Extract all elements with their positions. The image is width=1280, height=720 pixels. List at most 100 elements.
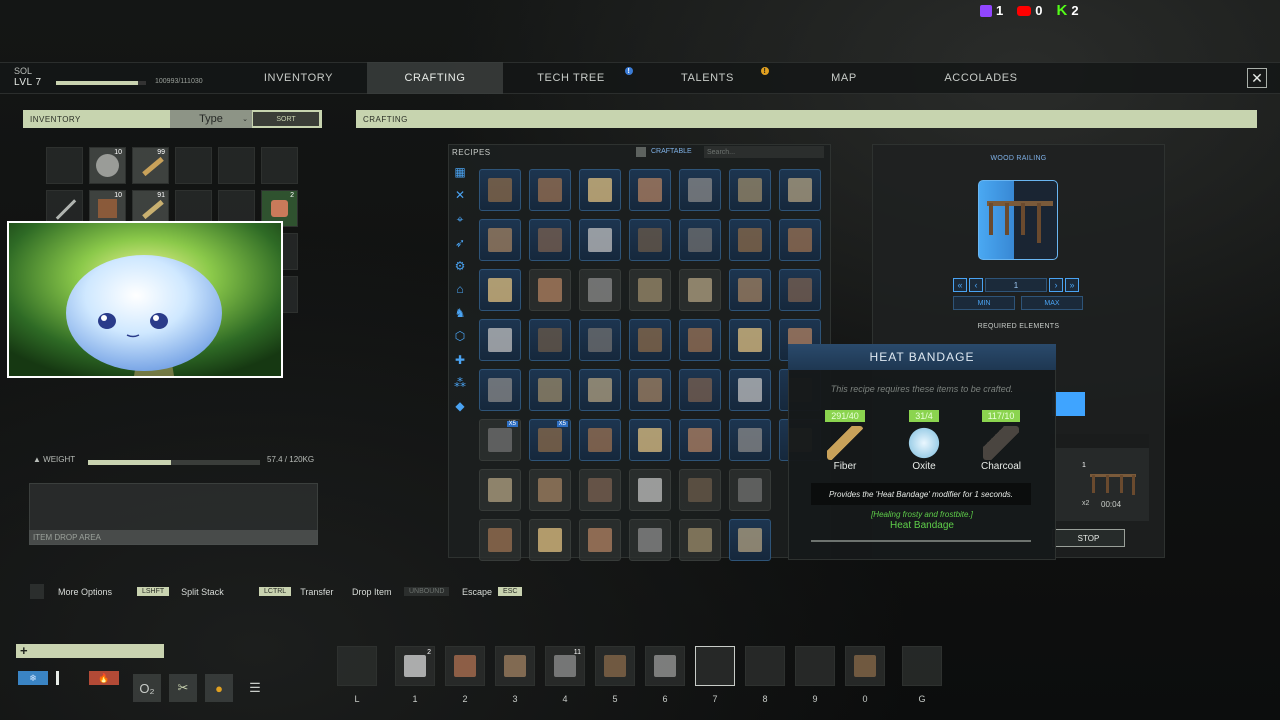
- recipe-slot[interactable]: [529, 319, 571, 361]
- recipe-slot[interactable]: X5: [529, 419, 571, 461]
- tab-inventory[interactable]: INVENTORY: [230, 62, 367, 94]
- quantity-input[interactable]: 1: [985, 278, 1047, 292]
- category-gear-icon[interactable]: ⚙: [453, 259, 467, 273]
- hotbar-slot[interactable]: [845, 646, 885, 686]
- recipe-slot[interactable]: [529, 369, 571, 411]
- hotbar-slot[interactable]: [595, 646, 635, 686]
- recipe-slot[interactable]: [679, 419, 721, 461]
- inventory-slot[interactable]: 10: [89, 147, 126, 184]
- recipe-slot[interactable]: [629, 169, 671, 211]
- recipe-slot[interactable]: [729, 319, 771, 361]
- recipe-slot[interactable]: [679, 169, 721, 211]
- tab-talents[interactable]: TALENTS!: [639, 62, 776, 94]
- recipe-slot[interactable]: [629, 519, 671, 561]
- recipe-slot[interactable]: [629, 469, 671, 511]
- tab-map[interactable]: MAP: [776, 62, 912, 94]
- category-medical-icon[interactable]: ✚: [453, 353, 467, 367]
- recipe-slot[interactable]: [529, 269, 571, 311]
- sort-type-dropdown[interactable]: Type ⌄: [170, 110, 252, 128]
- recipe-slot[interactable]: [629, 319, 671, 361]
- hotbar-slot[interactable]: [902, 646, 942, 686]
- recipe-slot[interactable]: [729, 269, 771, 311]
- recipe-slot[interactable]: [779, 219, 821, 261]
- hotbar-slot[interactable]: [695, 646, 735, 686]
- recipe-slot[interactable]: [479, 219, 521, 261]
- recipe-slot[interactable]: [679, 269, 721, 311]
- recipe-slot[interactable]: [679, 219, 721, 261]
- recipe-slot[interactable]: [579, 469, 621, 511]
- recipe-slot[interactable]: [729, 519, 771, 561]
- recipe-slot[interactable]: [529, 219, 571, 261]
- inventory-slot[interactable]: 99: [132, 147, 169, 184]
- tab-accolades[interactable]: ACCOLADES: [912, 62, 1050, 94]
- recipe-slot[interactable]: [729, 219, 771, 261]
- max-button[interactable]: MAX: [1021, 296, 1083, 310]
- hotbar-slot[interactable]: [645, 646, 685, 686]
- recipe-slot[interactable]: [479, 269, 521, 311]
- recipe-slot[interactable]: [579, 319, 621, 361]
- category-storage-icon[interactable]: ⬡: [453, 329, 467, 343]
- recipe-slot[interactable]: [479, 469, 521, 511]
- recipe-slot[interactable]: [779, 269, 821, 311]
- tab-crafting[interactable]: CRAFTING: [367, 62, 503, 94]
- hotbar-slot[interactable]: [495, 646, 535, 686]
- category-resources-icon[interactable]: ⁂: [453, 376, 467, 390]
- recipe-slot[interactable]: [579, 419, 621, 461]
- recipe-slot[interactable]: [729, 169, 771, 211]
- recipe-slot[interactable]: [579, 219, 621, 261]
- recipe-slot[interactable]: [729, 369, 771, 411]
- hotbar-slot[interactable]: 11: [545, 646, 585, 686]
- recipe-slot[interactable]: [679, 519, 721, 561]
- recipe-slot[interactable]: [729, 419, 771, 461]
- recipe-slot[interactable]: [479, 169, 521, 211]
- recipe-slot[interactable]: [579, 519, 621, 561]
- recipe-slot[interactable]: [629, 419, 671, 461]
- category-all-icon[interactable]: ▦: [453, 165, 467, 179]
- hotbar-slot[interactable]: [337, 646, 377, 686]
- craftable-checkbox[interactable]: [636, 147, 646, 157]
- recipe-slot[interactable]: [579, 269, 621, 311]
- tab-tech-tree[interactable]: TECH TREE!: [503, 62, 639, 94]
- category-building-icon[interactable]: ⌂: [453, 282, 467, 296]
- recipe-slot[interactable]: [779, 169, 821, 211]
- category-misc-icon[interactable]: ◆: [453, 399, 467, 413]
- category-weapons-icon[interactable]: ⌖: [453, 212, 467, 226]
- recipe-slot[interactable]: [729, 469, 771, 511]
- recipe-slot[interactable]: [679, 469, 721, 511]
- recipe-slot[interactable]: [679, 319, 721, 361]
- recipe-slot[interactable]: [529, 469, 571, 511]
- recipe-slot[interactable]: [479, 519, 521, 561]
- hotbar-slot[interactable]: [445, 646, 485, 686]
- craft-button[interactable]: [1052, 392, 1085, 416]
- decrement-button[interactable]: ‹: [969, 278, 983, 292]
- recipe-search-input[interactable]: Search...: [704, 146, 824, 158]
- category-ranged-icon[interactable]: ➶: [453, 236, 467, 250]
- inventory-slot[interactable]: [175, 147, 212, 184]
- recipe-slot[interactable]: [679, 369, 721, 411]
- recipe-slot[interactable]: [629, 369, 671, 411]
- close-button[interactable]: ✕: [1247, 68, 1267, 88]
- category-clothing-icon[interactable]: ♞: [453, 306, 467, 320]
- recipe-slot[interactable]: [479, 369, 521, 411]
- craft-queue-item[interactable]: [1050, 448, 1149, 521]
- increment-max-button[interactable]: »: [1065, 278, 1079, 292]
- recipe-slot[interactable]: [579, 169, 621, 211]
- hotbar-slot[interactable]: [745, 646, 785, 686]
- inventory-slot[interactable]: [218, 147, 255, 184]
- sort-button[interactable]: SORT: [253, 112, 319, 126]
- min-button[interactable]: MIN: [953, 296, 1015, 310]
- recipe-slot[interactable]: [629, 219, 671, 261]
- recipe-slot[interactable]: [579, 369, 621, 411]
- decrement-max-button[interactable]: «: [953, 278, 967, 292]
- inventory-slot[interactable]: [46, 147, 83, 184]
- hotbar-slot[interactable]: [795, 646, 835, 686]
- category-tools-icon[interactable]: ✕: [453, 188, 467, 202]
- recipe-slot[interactable]: [529, 169, 571, 211]
- recipe-slot[interactable]: [479, 319, 521, 361]
- stop-button[interactable]: STOP: [1052, 529, 1125, 547]
- hotbar-slot[interactable]: 2: [395, 646, 435, 686]
- inventory-slot[interactable]: [261, 147, 298, 184]
- recipe-slot[interactable]: [529, 519, 571, 561]
- recipe-slot[interactable]: X5: [479, 419, 521, 461]
- increment-button[interactable]: ›: [1049, 278, 1063, 292]
